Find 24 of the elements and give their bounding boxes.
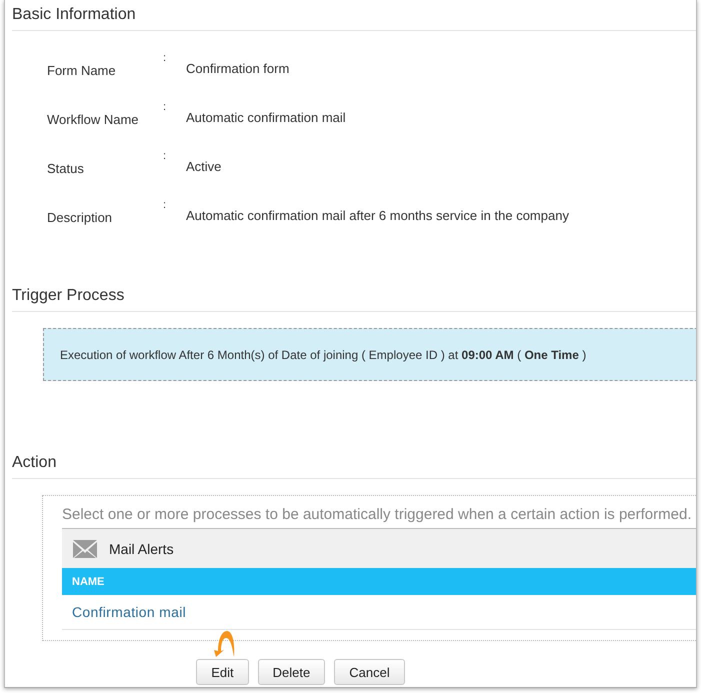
field-label: Description bbox=[47, 209, 114, 227]
separator: : bbox=[163, 150, 168, 164]
action-button[interactable]: Cancel bbox=[334, 659, 405, 685]
action-button[interactable]: Edit bbox=[196, 659, 249, 685]
column-label: NAME bbox=[72, 576, 104, 588]
field-value: Automatic confirmation mail after 6 months service in the company bbox=[186, 207, 569, 225]
separator: : bbox=[163, 101, 168, 115]
group-title: Mail Alerts bbox=[109, 540, 174, 556]
separator: : bbox=[163, 52, 168, 66]
alert-link[interactable]: Confirmation mail bbox=[72, 604, 186, 620]
separator: : bbox=[163, 199, 168, 213]
field-value: Confirmation form bbox=[186, 60, 290, 78]
section-title: Action bbox=[12, 454, 696, 479]
field-label: Workflow Name bbox=[47, 111, 140, 129]
envelope-icon bbox=[73, 540, 97, 558]
field-label: Form Name bbox=[47, 62, 117, 80]
action-button[interactable]: Delete bbox=[258, 659, 326, 685]
field-value: Automatic confirmation mail bbox=[186, 109, 346, 127]
field-value: Active bbox=[186, 158, 222, 176]
trigger-description: Execution of workflow After 6 Month(s) of Date of joining ( Employee ID ) at 09:00 AM ( One Time ) bbox=[60, 348, 586, 362]
section-title: Trigger Process bbox=[12, 287, 696, 312]
section-title: Basic Information bbox=[12, 6, 696, 31]
field-label: Status bbox=[47, 160, 85, 178]
curved-arrow-icon bbox=[213, 631, 236, 657]
